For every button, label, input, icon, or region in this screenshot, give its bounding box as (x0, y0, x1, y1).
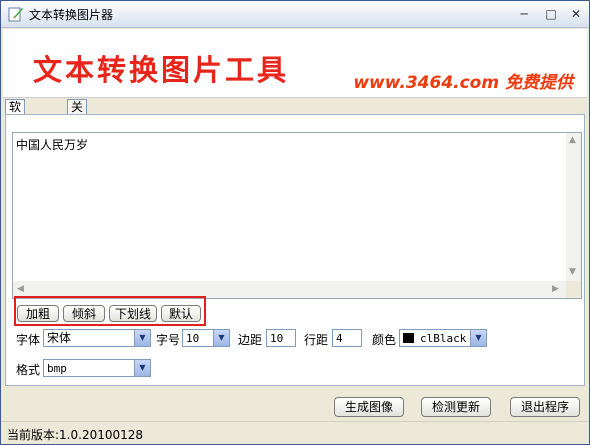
margin-value: 10 (270, 332, 284, 345)
app-window: 文本转换图片器 ─ □ ✕ 文本转换图片工具 www.3464.com 免费提供… (0, 0, 590, 445)
app-icon (8, 7, 23, 22)
color-select[interactable]: clBlack ▼ (399, 329, 487, 347)
banner-site: www.3464.com 免费提供 (353, 73, 573, 93)
text-editor[interactable]: 中国人民万岁 ▲ ▼ ◀ ▶ (12, 132, 582, 299)
window-title: 文本转换图片器 (29, 8, 114, 22)
chevron-down-icon[interactable]: ▼ (470, 330, 486, 346)
banner: 文本转换图片工具 www.3464.com 免费提供 (3, 29, 587, 98)
chevron-down-icon[interactable]: ▼ (134, 360, 150, 376)
close-button[interactable]: ✕ (567, 6, 585, 22)
title-bar[interactable]: 文本转换图片器 ─ □ ✕ (1, 1, 589, 28)
color-value: clBlack (420, 332, 467, 345)
bold-button[interactable]: 加粗 (17, 305, 59, 322)
editor-text: 中国人民万岁 (16, 138, 89, 152)
minimize-button[interactable]: ─ (515, 6, 533, 22)
maximize-button[interactable]: □ (542, 6, 560, 22)
format-select[interactable]: bmp ▼ (43, 359, 151, 377)
underline-button[interactable]: 下划线 (109, 305, 157, 322)
color-label: 颜色 (372, 333, 397, 347)
margin-label: 边距 (238, 333, 263, 347)
size-select[interactable]: 10 ▼ (182, 329, 230, 347)
format-value: bmp (47, 362, 67, 375)
scroll-left-icon[interactable]: ◀ (17, 284, 24, 294)
size-label: 字号 (156, 333, 181, 347)
scroll-up-icon[interactable]: ▲ (569, 135, 576, 145)
chevron-down-icon[interactable]: ▼ (213, 330, 229, 346)
size-value: 10 (186, 332, 200, 345)
generate-image-button[interactable]: 生成图像 (334, 397, 404, 417)
default-button[interactable]: 默认 (161, 305, 201, 322)
color-swatch (403, 333, 414, 343)
chevron-down-icon[interactable]: ▼ (134, 330, 150, 346)
italic-button[interactable]: 倾斜 (63, 305, 105, 322)
vertical-scrollbar[interactable]: ▲ ▼ (566, 133, 581, 281)
spacing-label: 行距 (304, 333, 329, 347)
tab-settings[interactable]: 软件设置 (5, 99, 26, 159)
scroll-down-icon[interactable]: ▼ (569, 267, 576, 277)
format-label: 格式 (16, 363, 41, 377)
margin-input[interactable]: 10 (266, 329, 296, 347)
banner-title: 文本转换图片工具 (33, 53, 290, 87)
version-text: 当前版本:1.0.20100128 (7, 428, 144, 442)
spacing-value: 4 (336, 332, 343, 345)
font-label: 字体 (16, 333, 41, 347)
exit-button[interactable]: 退出程序 (510, 397, 580, 417)
scroll-corner (566, 281, 581, 298)
settings-panel: 中国人民万岁 ▲ ▼ ◀ ▶ 加粗 倾斜 下划线 默认 字体 宋体 ▼ 字号 1… (5, 114, 585, 386)
tab-about[interactable]: 关于我们 (67, 99, 88, 159)
spacing-input[interactable]: 4 (332, 329, 362, 347)
status-bar: 当前版本:1.0.20100128 (1, 421, 589, 444)
font-select[interactable]: 宋体 ▼ (43, 329, 151, 347)
check-update-button[interactable]: 检测更新 (421, 397, 491, 417)
font-value: 宋体 (47, 331, 72, 345)
scroll-right-icon[interactable]: ▶ (552, 284, 559, 294)
